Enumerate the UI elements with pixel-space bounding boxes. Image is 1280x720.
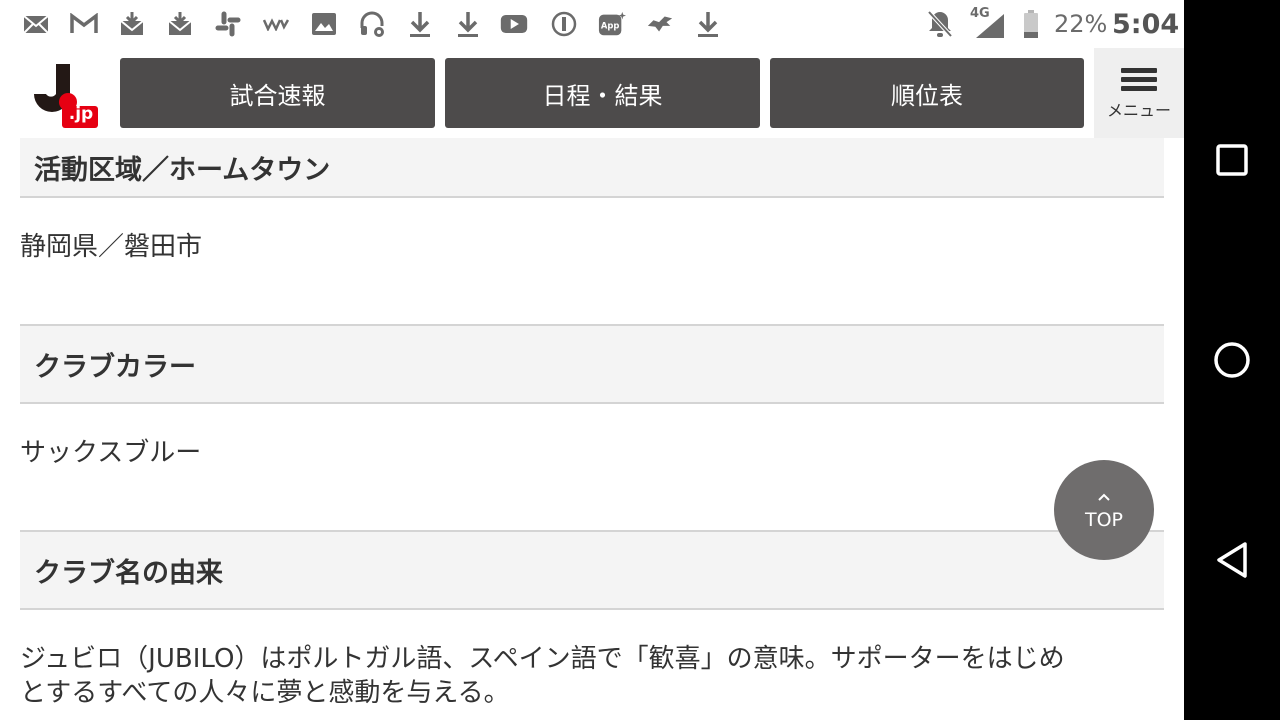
chevron-up-icon xyxy=(1097,489,1111,505)
download-icon xyxy=(694,10,722,38)
section-heading-club-color: クラブカラー xyxy=(20,324,1164,404)
nav-standings-button[interactable]: 順位表 xyxy=(770,58,1084,128)
menu-button[interactable]: メニュー xyxy=(1094,48,1184,138)
jleague-logo[interactable]: .jp xyxy=(34,64,100,128)
section-body-club-name-origin: ジュビロ（JUBILO）はポルトガル語、スペイン語で「歓喜」の意味。サポーターを… xyxy=(20,642,1164,710)
menu-label: メニュー xyxy=(1106,100,1171,120)
home-button[interactable] xyxy=(1212,340,1252,380)
section-body-hometown: 静岡県／磐田市 xyxy=(20,232,203,262)
mail-download-icon xyxy=(166,10,194,38)
signal-4g-icon: 4G xyxy=(970,0,1008,48)
back-to-top-button[interactable]: TOP xyxy=(1054,460,1154,560)
status-bar: App 4G 22% 5:04 xyxy=(0,0,1184,48)
dragon-icon xyxy=(646,10,674,38)
nav-match-live-button[interactable]: 試合速報 xyxy=(120,58,435,128)
download-icon xyxy=(406,10,434,38)
section-heading-hometown: 活動区域／ホームタウン xyxy=(20,138,1164,198)
headset-settings-icon xyxy=(358,10,386,38)
slack-icon xyxy=(214,10,242,38)
gmail-icon xyxy=(70,10,98,38)
origin-text-line-2: とするすべての人々に夢と感動を与える。 xyxy=(20,678,510,708)
hamburger-icon xyxy=(1121,67,1157,73)
download-mail-icon xyxy=(118,10,146,38)
youtube-icon xyxy=(500,10,528,38)
nav-schedule-results-button[interactable]: 日程・結果 xyxy=(445,58,760,128)
info-circle-icon xyxy=(550,10,578,38)
section-body-club-color: サックスブルー xyxy=(20,438,202,468)
back-button[interactable] xyxy=(1212,540,1252,580)
svg-text:App: App xyxy=(601,21,619,31)
bell-off-icon xyxy=(926,0,954,48)
app-icon: App xyxy=(598,10,626,38)
download-icon xyxy=(454,10,482,38)
circle-icon xyxy=(1214,342,1250,378)
w-app-icon xyxy=(262,10,290,38)
logo-text: .jp xyxy=(68,104,94,124)
image-icon xyxy=(310,10,338,38)
recents-button[interactable] xyxy=(1212,140,1252,180)
section-heading-club-name-origin: クラブ名の由来 xyxy=(20,530,1164,610)
triangle-back-icon xyxy=(1217,542,1247,578)
square-icon xyxy=(1216,144,1248,176)
battery-icon xyxy=(1022,0,1040,48)
battery-percent: 22% xyxy=(1054,10,1108,38)
origin-text-line-1: ジュビロ（JUBILO）はポルトガル語、スペイン語で「歓喜」の意味。サポーターを… xyxy=(20,644,1065,674)
clock: 5:04 xyxy=(1112,8,1180,40)
gmail-inbox-icon xyxy=(22,10,50,38)
android-navigation-bar xyxy=(1184,0,1280,720)
top-label: TOP xyxy=(1084,509,1124,531)
